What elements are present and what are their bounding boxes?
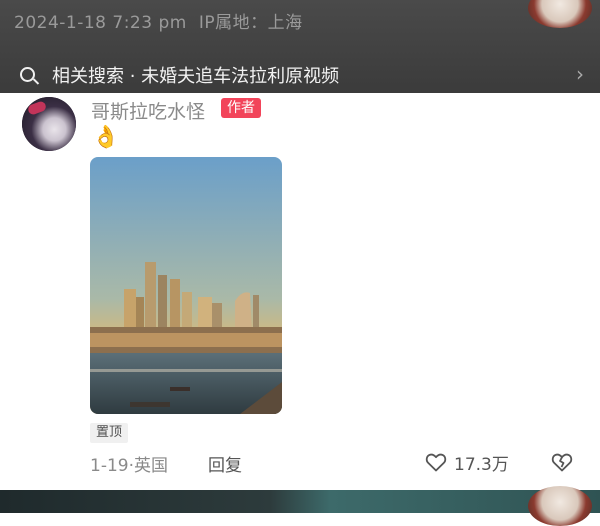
thumbnail-image[interactable] bbox=[528, 0, 592, 28]
chevron-right-icon: › bbox=[576, 62, 584, 86]
previous-comment-band: 2024-1-18 7:23 pm IP属地：上海 相关搜索 · 未婚夫追车法拉利… bbox=[0, 0, 600, 93]
broken-heart-icon[interactable] bbox=[549, 449, 575, 475]
timestamp: 2024-1-18 7:23 pm bbox=[14, 13, 187, 33]
username[interactable]: 哥斯拉吃水怪 bbox=[91, 97, 205, 124]
city-skyline-image bbox=[90, 157, 282, 414]
comment-photo[interactable] bbox=[90, 157, 282, 414]
comment-item: 哥斯拉吃水怪 作者 👌 置顶 1-19·英国 回复 17.3万 bbox=[0, 93, 600, 490]
related-search-text: 相关搜索 · 未婚夫追车法拉利原视频 bbox=[52, 66, 340, 87]
comment-actions: 1-19·英国 回复 17.3万 bbox=[0, 449, 600, 479]
ip-location: IP属地：上海 bbox=[198, 13, 303, 33]
avatar[interactable] bbox=[22, 97, 76, 151]
comment-text: 👌 bbox=[92, 125, 120, 150]
related-search-bar[interactable]: 相关搜索 · 未婚夫追车法拉利原视频 › bbox=[0, 56, 600, 93]
comment-meta: 2024-1-18 7:23 pm IP属地：上海 bbox=[14, 8, 303, 33]
next-comment-band bbox=[0, 486, 600, 526]
reply-button[interactable]: 回复 bbox=[208, 451, 242, 476]
like-count: 17.3万 bbox=[454, 454, 509, 475]
heart-outline-icon bbox=[425, 453, 447, 472]
like-button[interactable]: 17.3万 bbox=[424, 449, 509, 475]
search-icon bbox=[20, 67, 35, 82]
author-badge: 作者 bbox=[221, 98, 261, 118]
comment-date-location: 1-19·英国 bbox=[90, 456, 168, 476]
pinned-label: 置顶 bbox=[90, 423, 129, 443]
thumbnail-image[interactable] bbox=[528, 486, 592, 526]
